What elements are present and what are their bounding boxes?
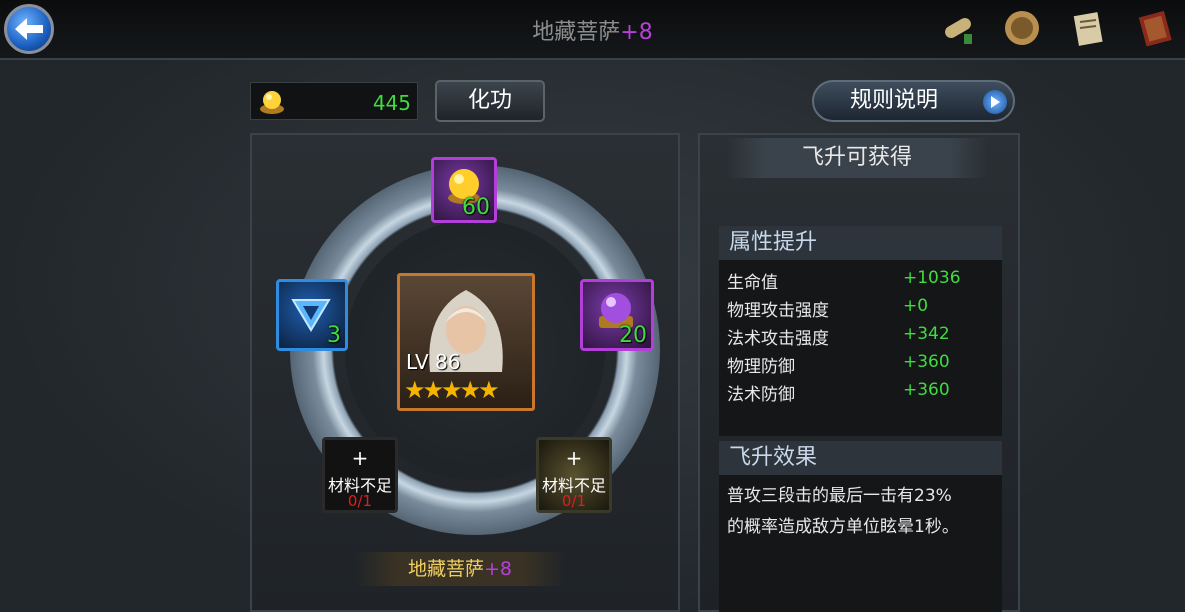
scroll-icon[interactable]	[936, 6, 980, 50]
gold-orb-icon	[260, 91, 284, 114]
attr-row: 物理攻击强度 +0	[727, 296, 997, 324]
rules-button[interactable]: 规则说明	[812, 80, 1015, 122]
rules-label: 规则说明	[850, 88, 939, 113]
effect-line: 普攻三段击的最后一击有23%	[727, 486, 952, 506]
gain-title: 飞升可获得	[726, 138, 988, 178]
hero-level: LV 86	[406, 350, 461, 374]
medal-icon[interactable]	[1000, 6, 1044, 50]
slot-top[interactable]: 60	[431, 157, 497, 223]
slot-bottom-right[interactable]: + 材料不足 0/1	[536, 437, 612, 513]
attr-value: +360	[903, 352, 950, 372]
slot-right[interactable]: 20	[580, 279, 654, 351]
hero-name: 地藏菩萨	[407, 558, 484, 580]
title-name: 地藏菩萨	[532, 20, 621, 45]
attr-section-title: 属性提升	[719, 226, 1002, 260]
hero-plus: +8	[484, 558, 513, 580]
attr-list: 生命值 +1036 物理攻击强度 +0 法术攻击强度 +342 物理防御 +36…	[719, 260, 1002, 436]
effect-section-title: 飞升效果	[719, 441, 1002, 475]
star-rating: ★★★★★	[404, 376, 500, 404]
material-count: 0/1	[347, 492, 373, 510]
slot-left-count: 3	[327, 323, 341, 348]
attr-label: 生命值	[727, 273, 778, 293]
attr-row: 法术防御 +360	[727, 380, 997, 408]
attr-value: +0	[903, 296, 929, 316]
attr-label: 法术防御	[727, 385, 795, 405]
add-icon: +	[565, 446, 583, 470]
material-count: 0/1	[561, 492, 587, 510]
attr-row: 生命值 +1036	[727, 268, 997, 296]
effect-description: 普攻三段击的最后一击有23% 的概率造成敌方单位眩晕1秒。	[727, 481, 993, 543]
attr-value: +360	[903, 380, 950, 400]
attr-label: 法术攻击强度	[727, 329, 829, 349]
attr-row: 物理防御 +360	[727, 352, 997, 380]
slot-right-count: 20	[619, 323, 647, 348]
effect-box: 普攻三段击的最后一击有23% 的概率造成敌方单位眩晕1秒。	[719, 475, 1002, 612]
notebook-icon[interactable]	[1066, 6, 1110, 50]
add-icon: +	[351, 446, 369, 470]
attr-row: 法术攻击强度 +342	[727, 324, 997, 352]
slot-left[interactable]: 3	[276, 279, 348, 351]
attr-label: 物理攻击强度	[727, 301, 829, 321]
attr-label: 物理防御	[727, 357, 795, 377]
play-arrow-icon	[983, 90, 1007, 114]
attr-value: +342	[903, 324, 950, 344]
effect-line: 的概率造成敌方单位眩晕1秒。	[727, 517, 959, 537]
huagong-button[interactable]: 化功	[435, 80, 545, 122]
title-plus: +8	[620, 20, 653, 45]
slot-bottom-left[interactable]: + 材料不足 0/1	[322, 437, 398, 513]
currency-value: 445	[372, 91, 411, 115]
attr-value: +1036	[903, 268, 961, 288]
hero-portrait[interactable]: LV 86 ★★★★★	[397, 273, 535, 411]
hero-name-plate: 地藏菩萨+8	[355, 552, 565, 586]
book-icon[interactable]	[1132, 6, 1176, 50]
slot-top-count: 60	[462, 195, 490, 220]
currency-display: 445	[250, 82, 418, 120]
